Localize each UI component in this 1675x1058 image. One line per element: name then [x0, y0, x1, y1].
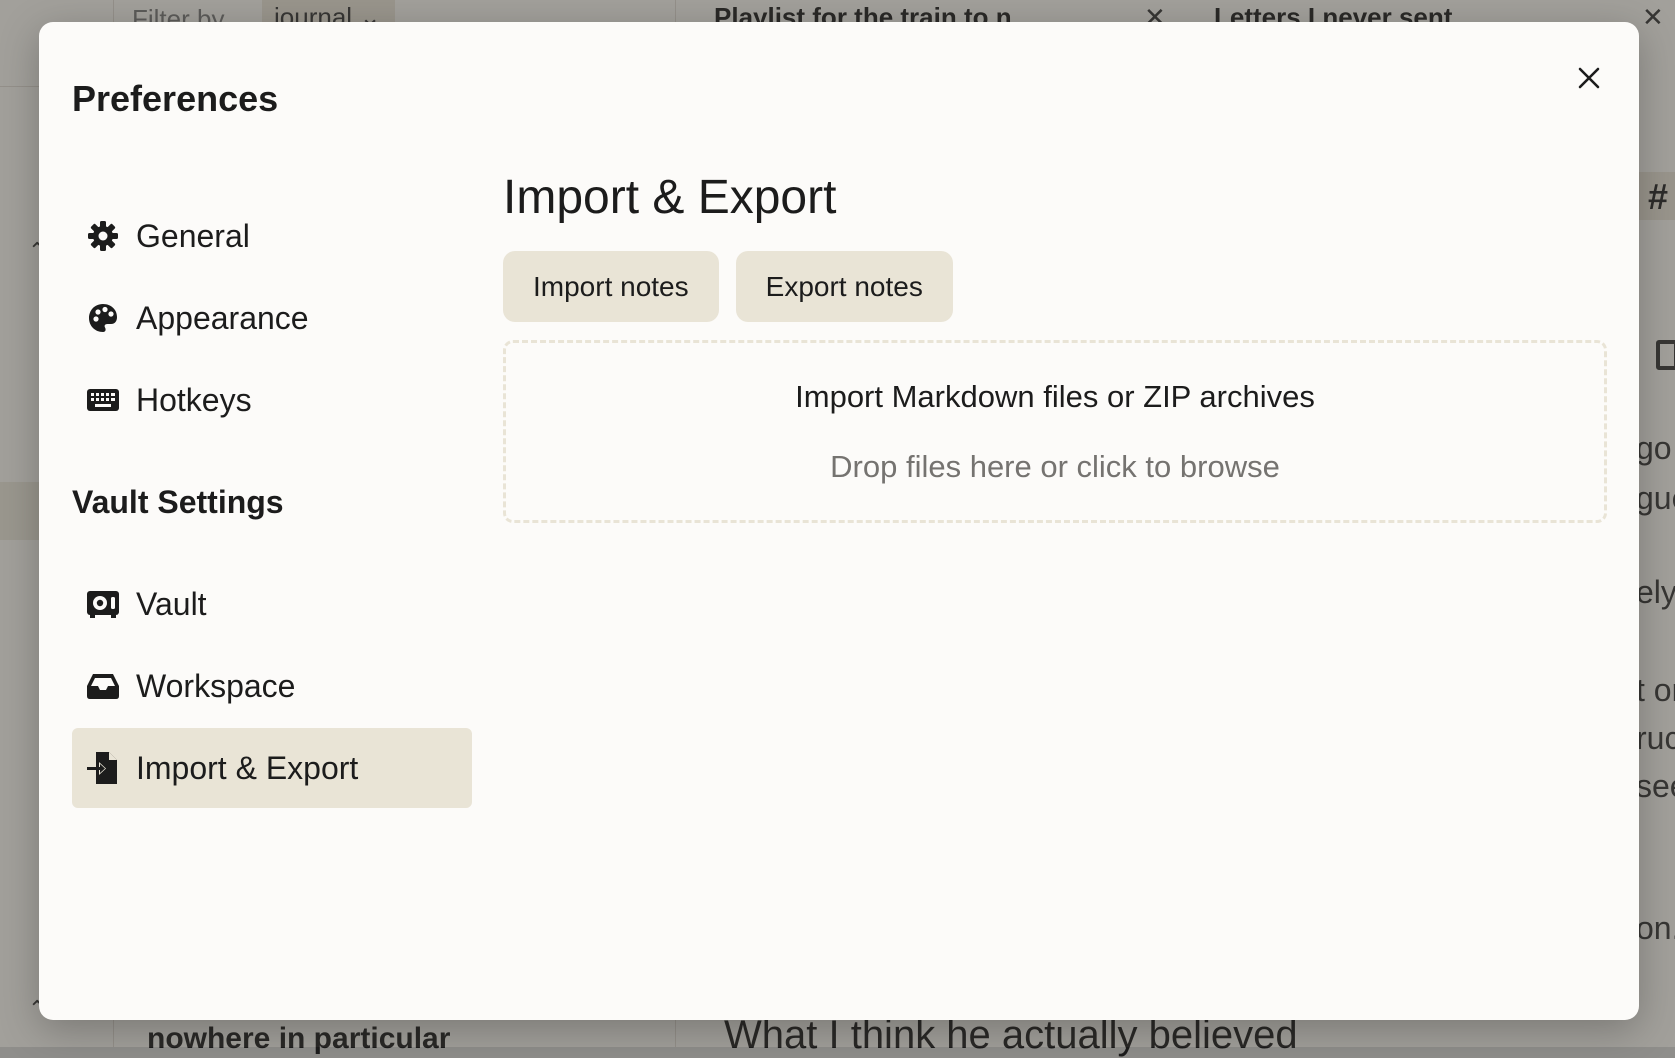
nav-item-workspace[interactable]: Workspace — [72, 646, 472, 726]
action-buttons: Import notes Export notes — [503, 251, 1607, 322]
dropzone-hint: Drop files here or click to browse — [830, 448, 1280, 484]
nav-item-label: Appearance — [136, 299, 309, 336]
palette-icon — [86, 301, 120, 335]
close-icon — [1578, 67, 1600, 89]
keyboard-icon — [86, 383, 120, 417]
import-notes-button[interactable]: Import notes — [503, 251, 719, 322]
nav-item-general[interactable]: General — [72, 196, 472, 276]
inbox-icon — [86, 669, 120, 703]
section-title: Import & Export — [503, 171, 837, 224]
nav-item-import-export[interactable]: Import & Export — [72, 728, 472, 808]
preferences-nav: General Appearance Hotkeys — [72, 196, 472, 442]
nav-item-label: Hotkeys — [136, 381, 252, 418]
nav-item-label: Workspace — [136, 667, 296, 704]
nav-item-label: Import & Export — [136, 749, 359, 786]
vault-icon — [86, 587, 120, 621]
close-button[interactable] — [1569, 58, 1609, 98]
nav-item-label: Vault — [136, 585, 207, 622]
nav-item-label: General — [136, 217, 250, 254]
preferences-modal: Preferences General Appearance Hotkeys V… — [39, 22, 1639, 1020]
import-export-panel: Import & Export Import notes Export note… — [503, 170, 1607, 523]
export-notes-button[interactable]: Export notes — [735, 251, 953, 322]
gear-icon — [86, 219, 120, 253]
vault-settings-heading: Vault Settings — [72, 484, 284, 520]
file-dropzone[interactable]: Import Markdown files or ZIP archives Dr… — [503, 340, 1607, 523]
nav-item-appearance[interactable]: Appearance — [72, 278, 472, 358]
modal-title: Preferences — [72, 78, 279, 119]
nav-item-vault[interactable]: Vault — [72, 564, 472, 644]
nav-item-hotkeys[interactable]: Hotkeys — [72, 360, 472, 440]
vault-settings-nav: Vault Workspace Import & Export — [72, 564, 472, 810]
dropzone-title: Import Markdown files or ZIP archives — [795, 378, 1315, 414]
file-import-icon — [86, 751, 120, 785]
